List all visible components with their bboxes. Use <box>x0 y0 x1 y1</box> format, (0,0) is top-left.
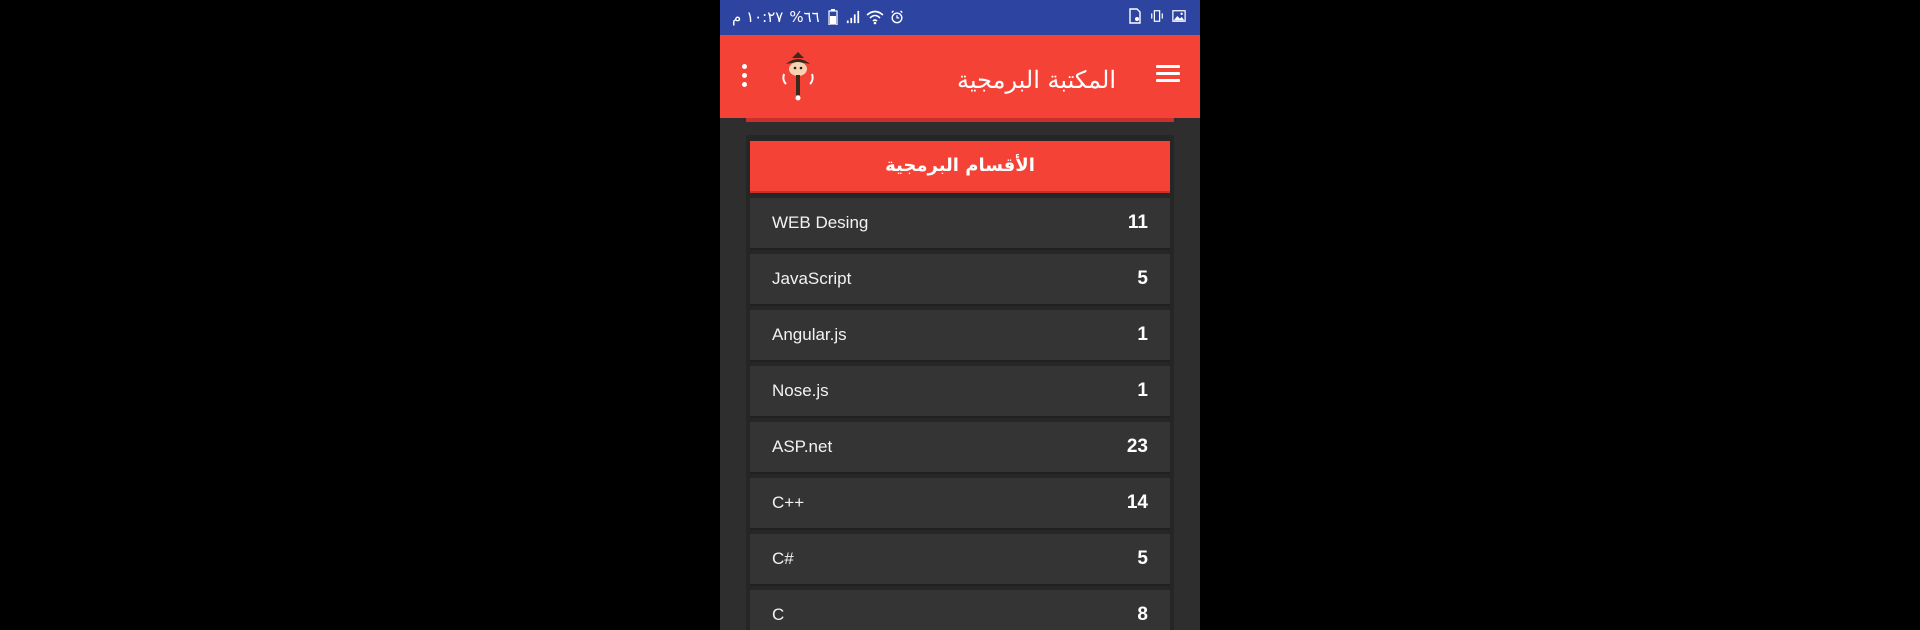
alarm-icon <box>891 10 903 24</box>
sim-icon <box>1129 8 1141 24</box>
categories-header: الأقسام البرمجية <box>750 141 1170 193</box>
signal-icon <box>846 10 859 24</box>
category-row-csharp[interactable]: C# 5 <box>750 534 1170 586</box>
category-count: 1 <box>1137 324 1148 345</box>
category-name: Nose.js <box>772 381 829 400</box>
hamburger-menu-icon[interactable] <box>1156 62 1180 86</box>
status-battery: %٦٦ <box>789 8 820 26</box>
battery-icon <box>828 9 838 25</box>
status-time: ١٠:٢٧ م <box>732 8 784 26</box>
category-count: 5 <box>1137 548 1148 569</box>
category-name: C# <box>772 549 794 568</box>
category-row-cpp[interactable]: C++ 14 <box>750 478 1170 530</box>
category-row-aspnet[interactable]: ASP.net 23 <box>750 422 1170 474</box>
category-name: WEB Desing <box>772 213 869 232</box>
vibrate-icon <box>1151 10 1163 22</box>
category-row-angularjs[interactable]: Angular.js 1 <box>750 310 1170 362</box>
category-count: 8 <box>1137 604 1148 625</box>
category-name: C++ <box>772 493 805 512</box>
category-count: 23 <box>1126 436 1148 457</box>
phone-screen: ١٠:٢٧ م %٦٦ المكتبة البرمجية الأقسام الب… <box>720 0 1200 630</box>
category-count: 14 <box>1126 492 1148 513</box>
status-right-group <box>1128 8 1186 24</box>
category-count: 11 <box>1127 212 1148 233</box>
category-row-c[interactable]: C 8 <box>750 590 1170 630</box>
status-left-group: ١٠:٢٧ م %٦٦ <box>732 8 904 26</box>
app-logo <box>782 52 814 101</box>
gallery-icon <box>1172 10 1186 22</box>
category-count: 5 <box>1137 268 1148 289</box>
app-title: المكتبة البرمجية <box>956 66 1116 94</box>
category-row-web-desing[interactable]: WEB Desing 11 <box>750 198 1170 250</box>
category-name: ASP.net <box>772 437 833 456</box>
category-name: C <box>772 605 785 624</box>
app-bar-divider <box>746 118 1174 122</box>
wifi-icon <box>866 10 884 25</box>
category-name: JavaScript <box>772 269 852 288</box>
category-name: Angular.js <box>772 325 847 344</box>
status-bar: ١٠:٢٧ م %٦٦ <box>720 0 1200 35</box>
category-row-javascript[interactable]: JavaScript 5 <box>750 254 1170 306</box>
categories-card: الأقسام البرمجية WEB Desing 11 JavaScrip… <box>746 135 1174 630</box>
more-vert-icon[interactable] <box>740 64 748 90</box>
category-count: 1 <box>1137 380 1148 401</box>
category-row-nosejs[interactable]: Nose.js 1 <box>750 366 1170 418</box>
